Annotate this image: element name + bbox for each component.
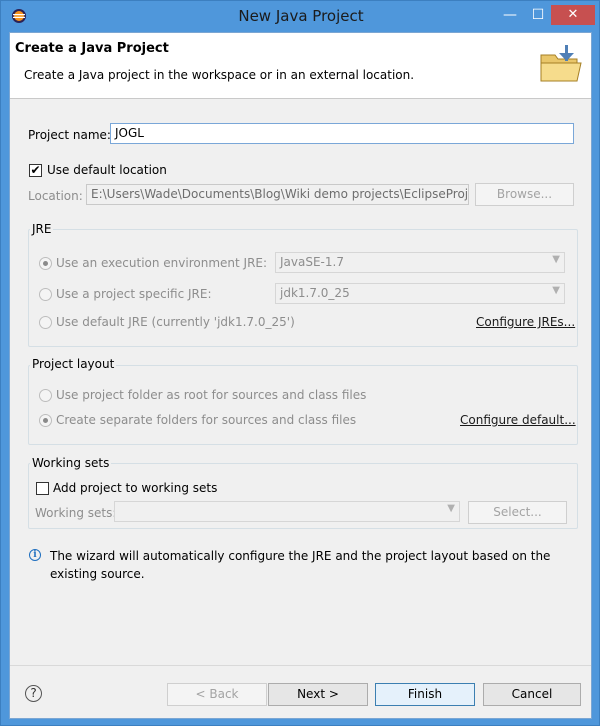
info-message: The wizard will automatically configure … — [50, 549, 551, 581]
jre-specific-value: jdk1.7.0_25 — [280, 286, 350, 300]
select-working-sets-button[interactable]: Select... — [468, 501, 567, 524]
configure-jres-link[interactable]: Configure JREs... — [476, 315, 575, 329]
jre-default-radio[interactable] — [39, 316, 52, 329]
chevron-down-icon: ▼ — [447, 503, 455, 514]
jre-default-label: Use default JRE (currently 'jdk1.7.0_25'… — [56, 315, 295, 329]
maximize-button[interactable]: ☐ — [525, 5, 551, 25]
folder-icon — [540, 45, 582, 82]
dialog-body: Create a Java Project Create a Java proj… — [9, 32, 592, 719]
layout-root-label: Use project folder as root for sources a… — [56, 388, 367, 402]
jre-env-radio[interactable] — [39, 257, 52, 270]
project-name-input[interactable]: JOGL — [110, 123, 574, 144]
jre-env-label: Use an execution environment JRE: — [56, 256, 268, 270]
jre-specific-radio[interactable] — [39, 288, 52, 301]
page-description: Create a Java project in the workspace o… — [24, 68, 415, 82]
working-sets-combo[interactable]: ▼ — [114, 501, 460, 522]
location-input[interactable]: E:\Users\Wade\Documents\Blog\Wiki demo p… — [86, 184, 469, 205]
layout-root-radio[interactable] — [39, 389, 52, 402]
chevron-down-icon: ▼ — [552, 254, 560, 265]
back-button[interactable]: < Back — [167, 683, 267, 706]
footer-separator — [10, 665, 591, 666]
jre-group-title: JRE — [30, 222, 54, 236]
add-to-working-sets-checkbox[interactable] — [36, 482, 49, 495]
project-name-label: Project name: — [28, 128, 111, 142]
finish-button[interactable]: Finish — [375, 683, 475, 706]
working-sets-label: Working sets: — [35, 506, 117, 520]
page-title: Create a Java Project — [15, 41, 169, 56]
configure-default-link[interactable]: Configure default... — [460, 413, 576, 427]
use-default-location-label: Use default location — [47, 163, 167, 177]
dialog-window: New Java Project — ☐ ✕ Create a Java Pro… — [0, 0, 600, 726]
jre-specific-combo[interactable]: jdk1.7.0_25 ▼ — [275, 283, 565, 304]
next-button[interactable]: Next > — [268, 683, 368, 706]
project-layout-group — [28, 365, 578, 445]
minimize-button[interactable]: — — [497, 5, 523, 25]
close-button[interactable]: ✕ — [551, 5, 595, 25]
use-default-location-checkbox[interactable]: ✔ — [29, 164, 42, 177]
title-bar: New Java Project — ☐ ✕ — [1, 1, 600, 32]
working-sets-group-title: Working sets — [30, 456, 112, 470]
jre-env-value: JavaSE-1.7 — [280, 255, 344, 269]
layout-separate-label: Create separate folders for sources and … — [56, 413, 357, 427]
jre-env-combo[interactable]: JavaSE-1.7 ▼ — [275, 252, 565, 273]
wizard-banner: Create a Java Project Create a Java proj… — [10, 33, 591, 99]
help-icon[interactable]: ? — [25, 685, 42, 702]
project-layout-group-title: Project layout — [30, 357, 117, 371]
chevron-down-icon: ▼ — [552, 285, 560, 296]
layout-separate-radio[interactable] — [39, 414, 52, 427]
browse-button[interactable]: Browse... — [475, 183, 574, 206]
jre-specific-label: Use a project specific JRE: — [56, 287, 212, 301]
cancel-button[interactable]: Cancel — [483, 683, 581, 706]
location-label: Location: — [28, 189, 83, 203]
info-icon: i — [29, 549, 41, 561]
add-to-working-sets-label: Add project to working sets — [53, 481, 218, 495]
